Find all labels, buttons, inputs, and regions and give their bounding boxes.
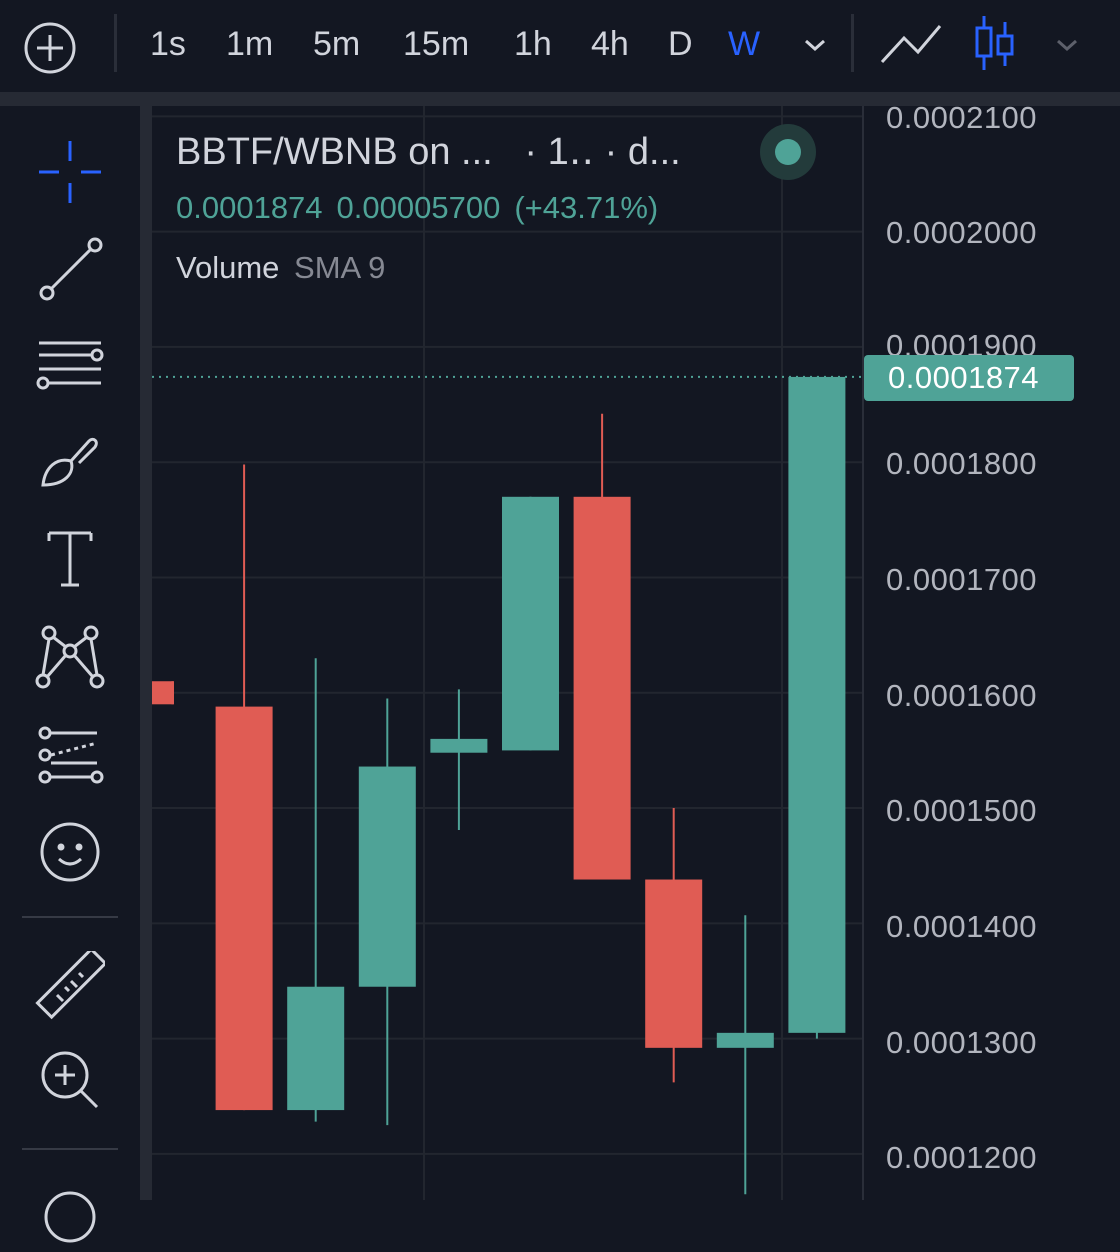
smiley-icon[interactable]	[30, 812, 110, 892]
price-tick: 0.0002000	[886, 215, 1038, 250]
trend-line-icon[interactable]	[30, 228, 110, 308]
symbol-title[interactable]: BBTF/WBNB on ... · 1‥ · d...	[176, 128, 681, 176]
candle-up	[430, 738, 488, 753]
price-tick: 0.0001200	[886, 1140, 1038, 1175]
timeframe-1h[interactable]: 1h	[514, 22, 552, 66]
timeframe-4h[interactable]: 4h	[591, 22, 629, 66]
price-change-line: 0.0001874 0.00005700 (+43.71%)	[176, 188, 681, 228]
timeframe-1s[interactable]: 1s	[150, 22, 186, 66]
pattern-icon[interactable]	[30, 616, 110, 696]
price-tick: 0.0001400	[886, 909, 1038, 944]
timeframe-5m[interactable]: 5m	[313, 22, 360, 66]
timeframe-d[interactable]: D	[668, 22, 693, 66]
sidebar-gap	[140, 106, 152, 1200]
price-change-percent: (+43.71%)	[514, 190, 659, 225]
current-price-label: 0.0001874	[864, 355, 1074, 401]
price-tick: 0.0001800	[886, 446, 1038, 481]
drawing-toolbar	[0, 106, 141, 1243]
timeframe-1m[interactable]: 1m	[226, 22, 273, 66]
candle-down	[152, 681, 174, 705]
ruler-icon[interactable]	[30, 946, 110, 1026]
market-status-dot[interactable]	[760, 124, 816, 180]
price-tick: 0.0001300	[886, 1025, 1038, 1060]
indicator-legend[interactable]: Volume SMA 9	[176, 248, 681, 288]
price-tick: 0.0001600	[886, 678, 1038, 713]
toolbar-separator	[851, 14, 854, 72]
last-price: 0.0001874	[176, 190, 323, 225]
add-plus-icon[interactable]	[22, 20, 78, 76]
candle-up	[788, 376, 846, 1033]
zoom-in-icon[interactable]	[30, 1040, 110, 1120]
brush-icon[interactable]	[30, 422, 110, 502]
candle-down	[215, 706, 273, 1111]
timeframe-15m[interactable]: 15m	[403, 22, 469, 66]
candle-up	[287, 986, 345, 1111]
top-toolbar: 1s 1m 5m 15m 1h 4h D W	[0, 0, 1120, 92]
timeframe-chevron-down-icon[interactable]	[800, 30, 830, 60]
candle-up	[502, 496, 559, 751]
price-axis[interactable]: 0.0002100 0.0002000 0.0001900 0.0001800 …	[862, 100, 1120, 1200]
sidebar-divider	[22, 916, 118, 918]
timeframe-w[interactable]: W	[728, 22, 760, 66]
indicator-params: SMA 9	[294, 250, 386, 285]
candle-down	[573, 496, 631, 880]
line-chart-icon[interactable]	[878, 18, 944, 70]
sidebar-divider	[22, 1148, 118, 1150]
candle-up	[716, 1032, 774, 1048]
price-tick: 0.0001700	[886, 562, 1038, 597]
candle-down	[645, 879, 703, 1048]
status-dot-inner	[775, 139, 801, 165]
indicator-name: Volume	[176, 250, 280, 285]
forecast-icon[interactable]	[30, 714, 110, 794]
price-tick: 0.0001500	[886, 793, 1038, 828]
candle-up	[358, 766, 416, 987]
more-tools-icon[interactable]	[30, 1172, 110, 1252]
chart-legend: BBTF/WBNB on ... · 1‥ · d... 0.0001874 0.…	[176, 128, 681, 288]
chart-type-chevron-down-icon[interactable]	[1052, 30, 1082, 60]
toolbar-separator	[114, 14, 117, 72]
candlestick-chart-icon[interactable]	[970, 12, 1020, 74]
crosshair-icon[interactable]	[30, 132, 110, 212]
price-tick: 0.0002100	[886, 100, 1038, 135]
horizontal-lines-icon[interactable]	[30, 324, 110, 404]
text-tool-icon[interactable]	[30, 518, 110, 598]
price-change: 0.00005700	[336, 190, 501, 225]
